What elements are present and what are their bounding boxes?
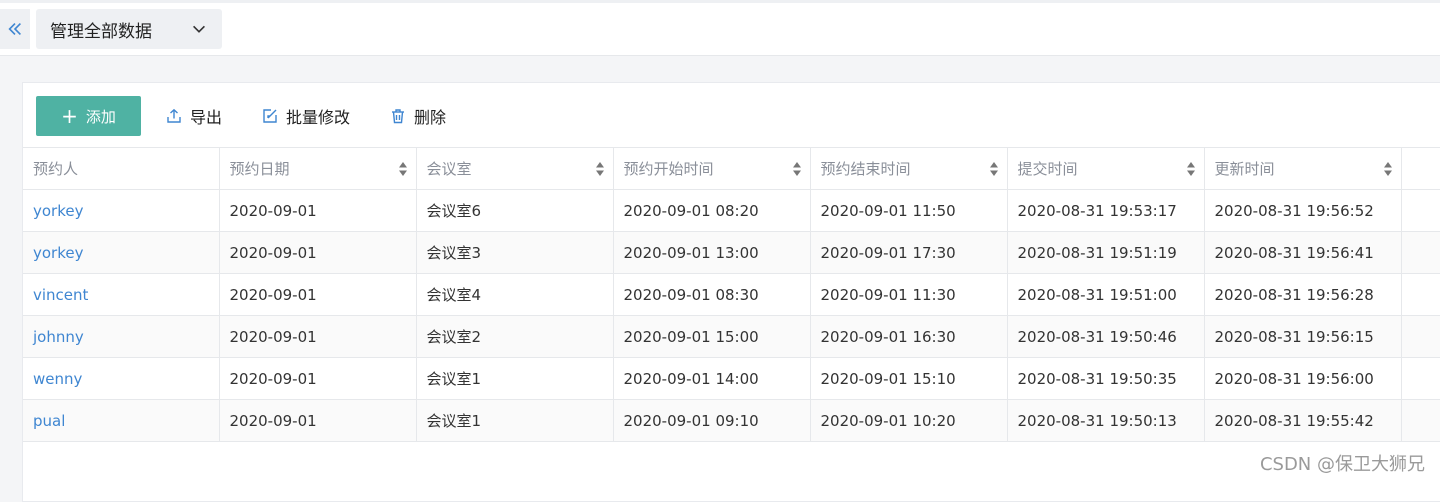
batch-edit-button-label: 批量修改 xyxy=(286,104,350,128)
end-time-cell: 2020-09-01 11:50 xyxy=(810,190,1007,232)
update-time-cell: 2020-08-31 19:56:28 xyxy=(1204,274,1401,316)
table-row[interactable]: yorkey 2020-09-01 会议室3 2020-09-01 13:00 … xyxy=(23,232,1440,274)
data-scope-select[interactable]: 管理全部数据 xyxy=(36,9,222,49)
meeting-room-cell: 会议室1 xyxy=(416,358,613,400)
sort-arrows-icon[interactable] xyxy=(792,161,802,177)
update-time-cell: 2020-08-31 19:55:42 xyxy=(1204,400,1401,442)
batch-edit-button[interactable]: 批量修改 xyxy=(262,105,350,127)
top-bar: 管理全部数据 xyxy=(0,0,1440,56)
extra-cell xyxy=(1401,190,1440,232)
submit-time-cell: 2020-08-31 19:51:00 xyxy=(1007,274,1204,316)
submit-time-cell: 2020-08-31 19:50:35 xyxy=(1007,358,1204,400)
meeting-room-cell: 会议室3 xyxy=(416,232,613,274)
start-time-cell: 2020-09-01 08:20 xyxy=(613,190,810,232)
submit-time-cell: 2020-08-31 19:53:17 xyxy=(1007,190,1204,232)
table-row[interactable]: pual 2020-09-01 会议室1 2020-09-01 09:10 20… xyxy=(23,400,1440,442)
column-header-reserver[interactable]: 预约人 xyxy=(23,148,219,190)
reservation-table: 预约人 预约日期 会议室 预约开始时间 预约结束时间 提交时间 更新时间 yor… xyxy=(23,147,1440,442)
reservation-date-cell: 2020-09-01 xyxy=(219,358,416,400)
end-time-cell: 2020-09-01 15:10 xyxy=(810,358,1007,400)
end-time-cell: 2020-09-01 16:30 xyxy=(810,316,1007,358)
meeting-room-cell: 会议室4 xyxy=(416,274,613,316)
reservation-date-cell: 2020-09-01 xyxy=(219,274,416,316)
start-time-cell: 2020-09-01 13:00 xyxy=(613,232,810,274)
sort-arrows-icon[interactable] xyxy=(1383,161,1393,177)
column-header-extra xyxy=(1401,148,1440,190)
end-time-cell: 2020-09-01 10:20 xyxy=(810,400,1007,442)
submit-time-cell: 2020-08-31 19:50:13 xyxy=(1007,400,1204,442)
trash-icon xyxy=(390,108,406,124)
delete-button-label: 删除 xyxy=(414,104,446,128)
export-button-label: 导出 xyxy=(190,104,222,128)
column-header-end-time[interactable]: 预约结束时间 xyxy=(810,148,1007,190)
reserver-link[interactable]: yorkey xyxy=(23,190,219,232)
watermark: CSDN @保卫大狮兄 xyxy=(1260,450,1425,476)
export-button[interactable]: 导出 xyxy=(166,105,222,127)
reserver-link[interactable]: pual xyxy=(23,400,219,442)
extra-cell xyxy=(1401,400,1440,442)
reservation-date-cell: 2020-09-01 xyxy=(219,400,416,442)
table-panel: + 添加 导出 批量修改 xyxy=(22,82,1440,502)
extra-cell xyxy=(1401,232,1440,274)
start-time-cell: 2020-09-01 15:00 xyxy=(613,316,810,358)
table-row[interactable]: vincent 2020-09-01 会议室4 2020-09-01 08:30… xyxy=(23,274,1440,316)
table-header-row: 预约人 预约日期 会议室 预约开始时间 预约结束时间 提交时间 更新时间 xyxy=(23,148,1440,190)
extra-cell xyxy=(1401,316,1440,358)
reservation-date-cell: 2020-09-01 xyxy=(219,316,416,358)
end-time-cell: 2020-09-01 17:30 xyxy=(810,232,1007,274)
reserver-link[interactable]: wenny xyxy=(23,358,219,400)
sort-arrows-icon[interactable] xyxy=(1186,161,1196,177)
extra-cell xyxy=(1401,358,1440,400)
add-button-label: 添加 xyxy=(86,106,116,127)
reservation-date-cell: 2020-09-01 xyxy=(219,232,416,274)
reserver-link[interactable]: vincent xyxy=(23,274,219,316)
submit-time-cell: 2020-08-31 19:51:19 xyxy=(1007,232,1204,274)
meeting-room-cell: 会议室2 xyxy=(416,316,613,358)
column-header-meeting-room[interactable]: 会议室 xyxy=(416,148,613,190)
delete-button[interactable]: 删除 xyxy=(390,105,446,127)
column-header-update-time[interactable]: 更新时间 xyxy=(1204,148,1401,190)
update-time-cell: 2020-08-31 19:56:15 xyxy=(1204,316,1401,358)
table-row[interactable]: yorkey 2020-09-01 会议室6 2020-09-01 08:20 … xyxy=(23,190,1440,232)
reserver-link[interactable]: yorkey xyxy=(23,232,219,274)
submit-time-cell: 2020-08-31 19:50:46 xyxy=(1007,316,1204,358)
chevron-down-icon xyxy=(190,20,208,38)
meeting-room-cell: 会议室6 xyxy=(416,190,613,232)
table-row[interactable]: johnny 2020-09-01 会议室2 2020-09-01 15:00 … xyxy=(23,316,1440,358)
data-scope-select-value: 管理全部数据 xyxy=(50,17,190,42)
table-row[interactable]: wenny 2020-09-01 会议室1 2020-09-01 14:00 2… xyxy=(23,358,1440,400)
column-header-reservation-date[interactable]: 预约日期 xyxy=(219,148,416,190)
column-header-start-time[interactable]: 预约开始时间 xyxy=(613,148,810,190)
reserver-link[interactable]: johnny xyxy=(23,316,219,358)
sidebar-collapse-button[interactable] xyxy=(0,9,30,49)
update-time-cell: 2020-08-31 19:56:00 xyxy=(1204,358,1401,400)
sort-arrows-icon[interactable] xyxy=(595,161,605,177)
start-time-cell: 2020-09-01 09:10 xyxy=(613,400,810,442)
sort-arrows-icon[interactable] xyxy=(398,161,408,177)
plus-icon: + xyxy=(61,106,78,126)
toolbar: + 添加 导出 批量修改 xyxy=(23,83,1440,147)
update-time-cell: 2020-08-31 19:56:41 xyxy=(1204,232,1401,274)
meeting-room-cell: 会议室1 xyxy=(416,400,613,442)
extra-cell xyxy=(1401,274,1440,316)
end-time-cell: 2020-09-01 11:30 xyxy=(810,274,1007,316)
update-time-cell: 2020-08-31 19:56:52 xyxy=(1204,190,1401,232)
start-time-cell: 2020-09-01 14:00 xyxy=(613,358,810,400)
reservation-date-cell: 2020-09-01 xyxy=(219,190,416,232)
add-button[interactable]: + 添加 xyxy=(36,96,141,136)
sort-arrows-icon[interactable] xyxy=(989,161,999,177)
column-header-submit-time[interactable]: 提交时间 xyxy=(1007,148,1204,190)
start-time-cell: 2020-09-01 08:30 xyxy=(613,274,810,316)
upload-icon xyxy=(166,108,182,124)
edit-icon xyxy=(262,108,278,124)
double-chevron-left-icon xyxy=(6,20,24,38)
